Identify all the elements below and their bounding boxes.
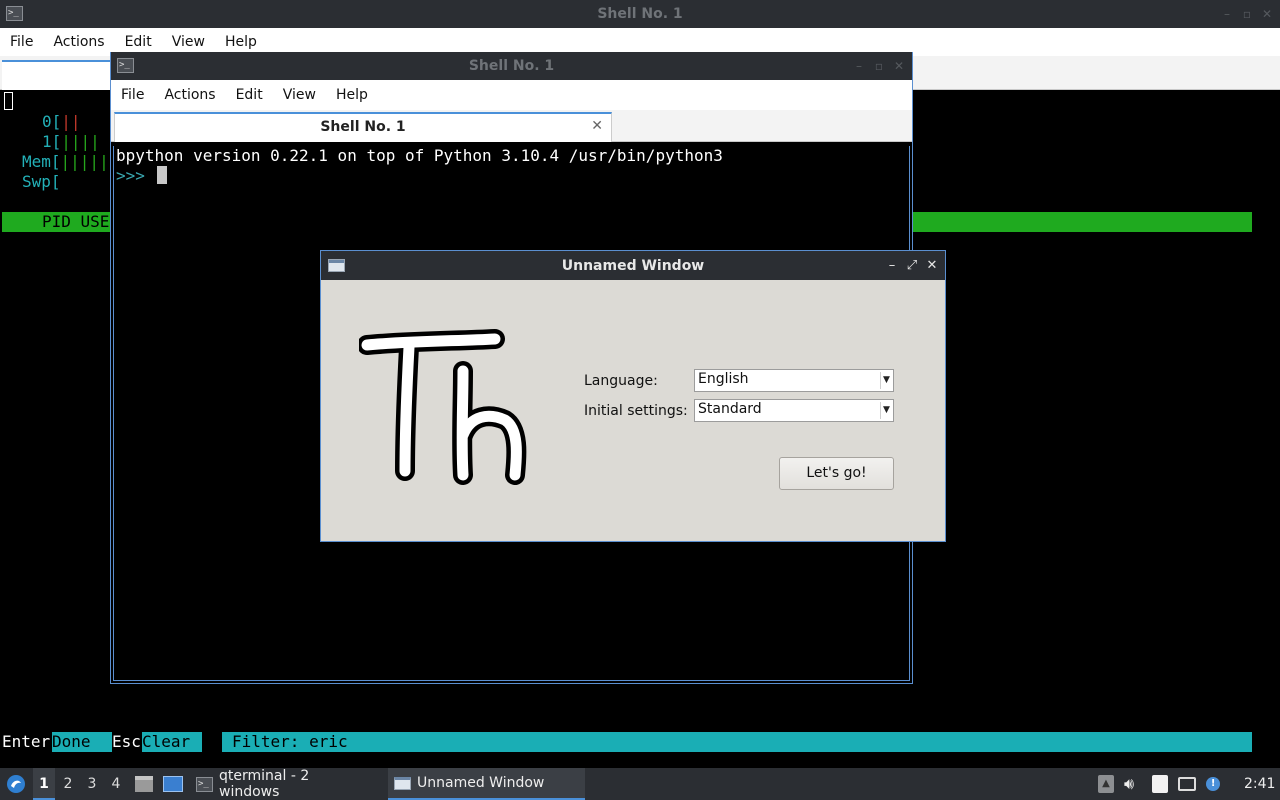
update-icon[interactable]: ▲: [1098, 775, 1114, 793]
front-window-title: Shell No. 1: [468, 58, 555, 74]
language-select[interactable]: English ▼: [694, 369, 894, 392]
task-label: qterminal - 2 windows: [219, 768, 310, 800]
files-icon: [135, 776, 153, 792]
front-tabstrip: Shell No. 1 ✕: [111, 110, 912, 142]
front-window-titlebar[interactable]: >_ Shell No. 1 – ▫ ✕: [111, 52, 912, 80]
task-qterminal[interactable]: >_ qterminal - 2 windows: [190, 768, 380, 800]
notification-icon[interactable]: !: [1206, 777, 1221, 791]
footer-key-esc: Esc: [112, 732, 141, 751]
language-value: English: [698, 371, 749, 387]
terminal-icon: >_: [6, 6, 23, 21]
volume-icon[interactable]: 🔊︎: [1124, 774, 1134, 794]
language-label: Language:: [584, 373, 658, 389]
network-icon[interactable]: [1178, 777, 1197, 791]
desktop-switcher: 1 2 3 4: [33, 768, 127, 800]
clock[interactable]: 2:41: [1244, 768, 1275, 800]
show-desktop-button[interactable]: [162, 768, 184, 800]
window-icon: [328, 259, 345, 272]
menu-actions[interactable]: Actions: [154, 87, 225, 103]
file-manager-launcher[interactable]: [134, 768, 154, 800]
menu-view[interactable]: View: [162, 34, 215, 50]
swp-meter: Swp[: [22, 172, 61, 191]
menu-help[interactable]: Help: [326, 87, 378, 103]
menu-file[interactable]: File: [111, 87, 154, 103]
close-icon[interactable]: ✕: [925, 258, 939, 273]
prompt: >>>: [116, 166, 145, 185]
front-menubar: File Actions Edit View Help: [111, 80, 912, 110]
settings-select[interactable]: Standard ▼: [694, 399, 894, 422]
menu-help[interactable]: Help: [215, 34, 267, 50]
footer-key-enter: Enter: [2, 732, 51, 751]
mem-meter: Mem[|||||: [22, 152, 109, 171]
desktop-4[interactable]: 4: [105, 776, 127, 792]
desktop-2[interactable]: 2: [57, 776, 79, 792]
chevron-down-icon: ▼: [880, 402, 892, 419]
lxqt-logo-icon: [7, 775, 25, 793]
dialog-titlebar[interactable]: Unnamed Window – ⤢ ✕: [321, 251, 945, 280]
clipboard-icon[interactable]: [1152, 775, 1169, 793]
desktop-icon: [163, 776, 183, 792]
settings-value: Standard: [698, 401, 762, 417]
terminal-icon: >_: [117, 58, 134, 73]
menu-file[interactable]: File: [0, 34, 43, 50]
maximize-icon[interactable]: ⤢: [905, 258, 919, 273]
minimize-icon[interactable]: –: [885, 258, 899, 273]
terminal-cursor: [4, 92, 13, 110]
minimize-icon[interactable]: –: [1220, 7, 1234, 21]
task-unnamed-window[interactable]: Unnamed Window: [388, 768, 585, 800]
window-icon: [394, 776, 411, 790]
taskbar: 1 2 3 4 >_ qterminal - 2 windows Unnamed…: [0, 768, 1280, 800]
close-icon[interactable]: ✕: [1260, 7, 1274, 21]
cpu1-meter: 1[||||: [42, 132, 100, 151]
tab-label: Shell No. 1: [320, 119, 406, 135]
cpu0-meter: 0[||: [42, 112, 81, 131]
terminal-cursor: [156, 166, 167, 184]
menu-view[interactable]: View: [273, 87, 326, 103]
system-tray: ▲ 🔊︎ !: [1098, 768, 1221, 800]
terminal-icon: >_: [196, 776, 213, 792]
desktop-3[interactable]: 3: [81, 776, 103, 792]
footer-done[interactable]: Done: [52, 732, 112, 752]
settings-label: Initial settings:: [584, 403, 688, 419]
tab-close-icon[interactable]: ✕: [591, 118, 603, 134]
maximize-icon[interactable]: ▫: [1240, 7, 1254, 21]
htop-footer: Enter Done Esc Clear Filter: eric: [2, 732, 1252, 752]
chevron-down-icon: ▼: [880, 372, 892, 389]
task-label: Unnamed Window: [417, 775, 545, 791]
back-window-titlebar[interactable]: >_ Shell No. 1 – ▫ ✕: [0, 0, 1280, 28]
minimize-icon[interactable]: –: [852, 59, 866, 73]
maximize-icon[interactable]: ▫: [872, 59, 886, 73]
back-tab[interactable]: [2, 60, 120, 90]
prompt-line: >>>: [116, 166, 167, 186]
dialog-title: Unnamed Window: [561, 257, 705, 274]
footer-clear[interactable]: Clear: [142, 732, 202, 752]
menu-actions[interactable]: Actions: [43, 34, 114, 50]
filter-field[interactable]: Filter: eric: [222, 732, 1252, 752]
menu-edit[interactable]: Edit: [226, 87, 273, 103]
start-menu-button[interactable]: [4, 768, 28, 800]
handwritten-th-logo: [359, 329, 527, 485]
back-window-title: Shell No. 1: [597, 6, 683, 22]
menu-edit[interactable]: Edit: [115, 34, 162, 50]
lets-go-button[interactable]: Let's go!: [779, 457, 894, 490]
close-icon[interactable]: ✕: [892, 59, 906, 73]
bpython-banner: bpython version 0.22.1 on top of Python …: [116, 146, 723, 165]
unnamed-window[interactable]: Unnamed Window – ⤢ ✕ Language: English ▼: [320, 250, 946, 542]
tab-shell[interactable]: Shell No. 1 ✕: [114, 112, 612, 142]
desktop-1[interactable]: 1: [33, 768, 55, 800]
